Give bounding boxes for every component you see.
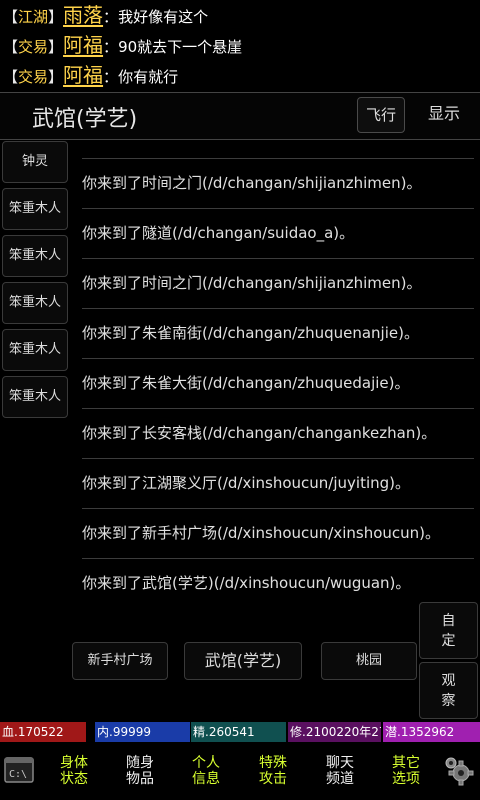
chat-line: 【江湖】雨落：我好像有这个 (3, 3, 209, 27)
exit-button[interactable]: 桃园 (321, 642, 417, 680)
chat-message: 你有就行 (118, 68, 179, 86)
room-title: 武馆(学艺) (32, 107, 138, 132)
log-entry: 你来到了新手村广场(/d/xinshoucun/xinshoucun)。 (82, 508, 474, 558)
nav-inventory[interactable]: 随身 物品 (120, 755, 160, 787)
npc-button[interactable]: 笨重木人 (2, 282, 68, 324)
auto-button[interactable]: 自 定 (419, 602, 478, 659)
npc-list: 钟灵 笨重木人 笨重木人 笨重木人 笨重木人 笨重木人 (2, 141, 68, 423)
observe-label: 观 察 (441, 672, 456, 709)
chat-player-name[interactable]: 雨落 (63, 3, 103, 27)
npc-button[interactable]: 笨重木人 (2, 188, 68, 230)
stat-potential: 潜.1352962 (383, 722, 480, 742)
stat-essence: 精.260541 (191, 722, 286, 742)
npc-button[interactable]: 笨重木人 (2, 235, 68, 277)
chat-channel: 交易 (18, 38, 49, 56)
npc-button[interactable]: 笨重木人 (2, 329, 68, 371)
npc-button[interactable]: 钟灵 (2, 141, 68, 183)
stats-bar: 血.170522 内.99999 精.260541 修.2100220年27天 … (0, 722, 480, 742)
room-header: 武馆(学艺) 飞行 显示 (0, 92, 480, 140)
chat-panel: 【江湖】雨落：我好像有这个 【交易】阿福：90就去下一个悬崖 【交易】阿福：你有… (0, 0, 480, 90)
gear-icon[interactable] (443, 755, 475, 787)
log-entry: 你来到了时间之门(/d/changan/shijianzhimen)。 (82, 158, 474, 208)
stat-cultivation: 修.2100220年27天 (288, 722, 381, 742)
stat-blood: 血.170522 (0, 722, 86, 742)
nav-special-attack[interactable]: 特殊 攻击 (253, 755, 293, 787)
log-entry: 你来到了武馆(学艺)(/d/xinshoucun/wuguan)。 (82, 558, 474, 608)
nav-chat-channel[interactable]: 聊天 频道 (320, 755, 360, 787)
log-entry: 你来到了长安客栈(/d/changan/changankezhan)。 (82, 408, 474, 458)
nav-profile[interactable]: 个人 信息 (186, 755, 226, 787)
command-prompt-icon[interactable]: C:\ (4, 757, 34, 783)
chat-player-name[interactable]: 阿福 (63, 63, 103, 87)
log-entry: 你来到了朱雀大街(/d/changan/zhuquedajie)。 (82, 358, 474, 408)
movement-log: 你来到了时间之门(/d/changan/shijianzhimen)。 你来到了… (82, 158, 474, 608)
log-entry: 你来到了时间之门(/d/changan/shijianzhimen)。 (82, 258, 474, 308)
log-entry: 你来到了隧道(/d/changan/suidao_a)。 (82, 208, 474, 258)
log-entry: 你来到了江湖聚义厅(/d/xinshoucun/juyiting)。 (82, 458, 474, 508)
log-entry: 你来到了朱雀南街(/d/changan/zhuquenanjie)。 (82, 308, 474, 358)
chat-channel: 江湖 (18, 8, 49, 26)
npc-button[interactable]: 笨重木人 (2, 376, 68, 418)
bottom-nav: C:\ 身体 状态 随身 物品 个人 信息 特殊 攻击 聊天 频道 其它 选项 (0, 745, 480, 800)
fly-button[interactable]: 飞行 (357, 97, 405, 133)
chat-line: 【交易】阿福：90就去下一个悬崖 (3, 33, 243, 57)
nav-body-status[interactable]: 身体 状态 (54, 755, 94, 787)
chat-channel: 交易 (18, 68, 49, 86)
chat-player-name[interactable]: 阿福 (63, 33, 103, 57)
chat-message: 90就去下一个悬崖 (118, 38, 243, 56)
nav-other-options[interactable]: 其它 选项 (386, 755, 426, 787)
show-button[interactable]: 显示 (418, 97, 470, 131)
exit-button[interactable]: 新手村广场 (72, 642, 168, 680)
chat-message: 我好像有这个 (118, 8, 209, 26)
chat-line: 【交易】阿福：你有就行 (3, 63, 179, 87)
exit-button[interactable]: 武馆(学艺) (184, 642, 302, 680)
stat-inner-force: 内.99999 (95, 722, 190, 742)
svg-text:C:\: C:\ (9, 769, 27, 780)
auto-label: 自 定 (441, 612, 456, 649)
exits-bar: 新手村广场 武馆(学艺) 桃园 (72, 642, 418, 680)
observe-button[interactable]: 观 察 (419, 662, 478, 719)
